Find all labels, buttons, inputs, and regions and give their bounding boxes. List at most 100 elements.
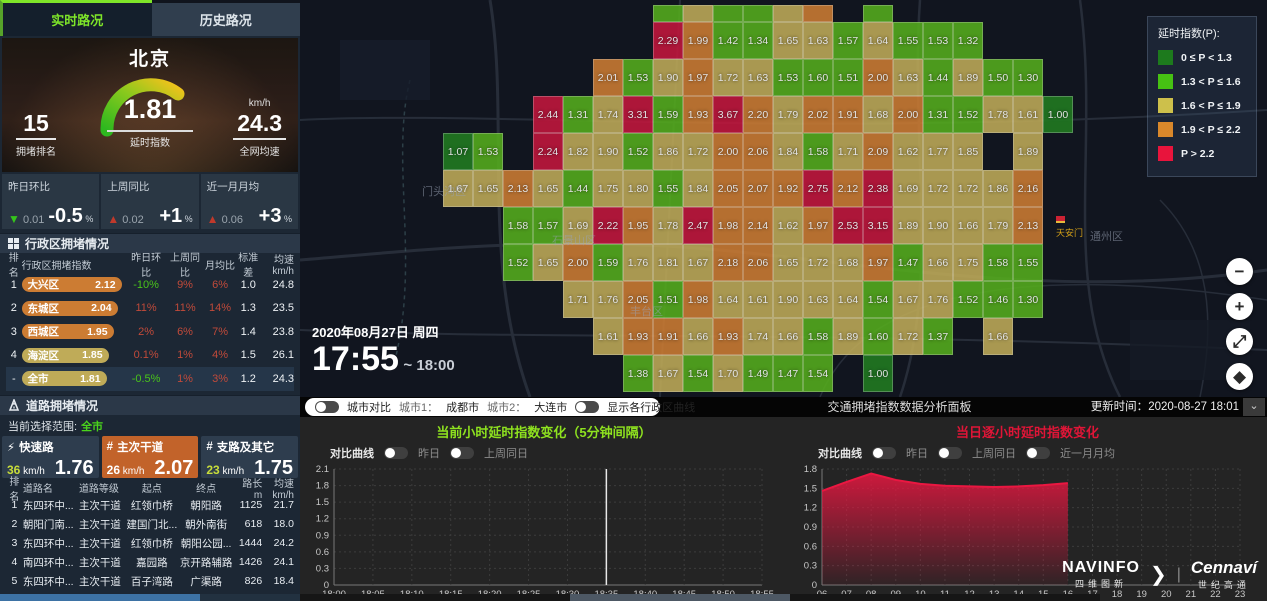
heatmap-cell: 1.76 <box>923 281 953 318</box>
district-curves-toggle[interactable] <box>575 401 599 413</box>
chart-title: 当前小时延时指数变化（5分钟间隔） <box>300 417 788 441</box>
heatmap-cell: 1.93 <box>683 96 713 133</box>
heatmap-cell: 2.00 <box>893 96 923 133</box>
rank-label: 拥堵排名 <box>16 143 56 158</box>
tab-history[interactable]: 历史路况 <box>152 3 301 36</box>
heatmap-cell: 1.34 <box>743 22 773 59</box>
road-cell: 1125 <box>234 499 262 511</box>
heatmap-cell <box>743 5 773 22</box>
road-row[interactable]: 4南四环中...主次干道嘉园路京开路辅路142624.1 <box>6 553 294 572</box>
city-compare-bar: 城市对比 城市1： 成都市 城市2： 大连市 显示各行政区曲线 <box>305 398 660 416</box>
column-header: 排名 <box>6 473 23 503</box>
svg-text:0.6: 0.6 <box>316 547 329 558</box>
district-row[interactable]: 3西城区1.952%6%7%1.423.8 <box>6 320 294 344</box>
heatmap-cell: 1.69 <box>893 170 923 207</box>
legend-item: 0 ≤ P < 1.3 <box>1158 50 1246 65</box>
map-canvas[interactable]: 2.291.991.421.341.651.631.571.641.551.53… <box>300 0 1267 397</box>
district-row[interactable]: 2东城区2.0411%11%14%1.323.5 <box>6 297 294 321</box>
charts-scrollbar[interactable] <box>300 594 1100 601</box>
heatmap-cell: 1.58 <box>503 207 533 244</box>
road-card-speed: 26 km/h <box>107 463 145 477</box>
road-row[interactable]: 5东四环中...主次干道百子湾路广渠路82618.4 <box>6 572 294 591</box>
road-cell: 5 <box>6 575 23 587</box>
scrollbar-thumb[interactable] <box>570 594 790 601</box>
zoom-out-icon[interactable]: − <box>1226 258 1253 285</box>
speed-label: 全网均速 <box>233 143 286 158</box>
map-datetime: 2020年08月27日 周四 17:55 ~ 18:00 <box>312 322 455 378</box>
chart-plot[interactable]: 00.30.60.91.21.51.82.118:0018:0518:1018:… <box>300 461 788 601</box>
column-header: 上周同比 <box>166 249 205 279</box>
district-speed: 24.8 <box>261 279 294 291</box>
zoom-in-icon[interactable]: + <box>1226 293 1253 320</box>
scrollbar-thumb[interactable] <box>0 594 200 601</box>
heatmap-cell: 1.80 <box>623 170 653 207</box>
district-index-value: 1.81 <box>80 373 100 385</box>
heatmap-cell: 1.72 <box>953 170 983 207</box>
heatmap-cell <box>803 5 833 22</box>
city-compare-toggle[interactable] <box>315 401 339 413</box>
heatmap-cell: 1.63 <box>803 281 833 318</box>
stat-delta: ▼ 0.01 <box>8 212 44 226</box>
svg-text:1.8: 1.8 <box>316 481 329 492</box>
road-section-title: 道路拥堵情况 <box>26 397 98 414</box>
road-row[interactable]: 3东四环中...主次干道红领巾桥朝阳公园...144424.2 <box>6 534 294 553</box>
collapse-panel-button[interactable]: ⌄ <box>1243 398 1265 416</box>
heatmap-cell: 1.79 <box>773 96 803 133</box>
road-row[interactable]: 1东四环中...主次干道红领巾桥朝阳路112521.7 <box>6 496 294 515</box>
compare-curves-label: 对比曲线 <box>330 445 374 461</box>
legend-label: P > 2.2 <box>1181 148 1214 160</box>
heatmap-cell: 1.53 <box>623 59 653 96</box>
compare-toggle-label: 上周同日 <box>972 445 1016 461</box>
heatmap-cell: 1.77 <box>923 133 953 170</box>
tab-realtime[interactable]: 实时路况 <box>0 0 152 36</box>
road-cell: 东四环中... <box>23 536 79 551</box>
district-speed: 24.3 <box>261 373 294 385</box>
heatmap-cell: 1.31 <box>923 96 953 133</box>
road-icon <box>8 399 20 411</box>
city2-select[interactable]: 大连市 <box>534 399 567 415</box>
road-cell: 东四环中... <box>23 498 79 513</box>
road-card-arterial[interactable]: #主次干道26 km/h2.07 <box>102 436 199 478</box>
heatmap-cell: 1.30 <box>1013 59 1043 96</box>
road-cell: 24.1 <box>262 556 294 568</box>
fullscreen-icon[interactable]: ⤢ <box>1226 328 1253 355</box>
district-table: 排名行政区拥堵指数昨日环比上周同比月均比标准差均速km/h1大兴区2.12-10… <box>0 253 300 391</box>
compare-toggle[interactable] <box>938 447 962 459</box>
compare-toggle[interactable] <box>384 447 408 459</box>
compare-toggle[interactable] <box>450 447 474 459</box>
city1-select[interactable]: 成都市 <box>446 399 479 415</box>
road-cell: 24.2 <box>262 537 294 549</box>
district-row[interactable]: 4海淀区1.850.1%1%4%1.526.1 <box>6 344 294 368</box>
scope-selector[interactable]: 当前选择范围:全市 <box>0 415 300 436</box>
heatmap-cell: 1.31 <box>563 96 593 133</box>
district-std: 1.0 <box>236 279 261 291</box>
svg-text:2.1: 2.1 <box>316 464 329 475</box>
heatmap-cell: 1.89 <box>1013 133 1043 170</box>
road-cell: 红领巾桥 <box>126 536 178 551</box>
heatmap-cell <box>683 5 713 22</box>
district-std: 1.3 <box>236 302 261 314</box>
lightning-icon: ⚡ <box>7 440 15 454</box>
heatmap-cell: 1.95 <box>623 207 653 244</box>
compare-toggle[interactable] <box>1026 447 1050 459</box>
legend-label: 1.9 < P ≤ 2.2 <box>1181 124 1241 136</box>
heatmap-cell: 1.90 <box>773 281 803 318</box>
heatmap-cell <box>773 5 803 22</box>
heatmap-cell: 1.91 <box>653 318 683 355</box>
compass-icon[interactable]: ◆ <box>1226 363 1253 390</box>
compare-toggle-label: 近一月月均 <box>1060 445 1115 461</box>
heatmap-cell: 1.65 <box>773 244 803 281</box>
heatmap-cell: 2.24 <box>533 133 563 170</box>
heatmap-cell: 1.93 <box>713 318 743 355</box>
update-time: 更新时间：2020-08-27 18:01 <box>1091 397 1239 417</box>
district-day-pct: 2% <box>127 326 166 338</box>
road-card-type[interactable]: ⚡快速路36 km/h1.76 <box>2 436 99 478</box>
road-card-type[interactable]: #支路及其它23 km/h1.75 <box>201 436 298 478</box>
road-row[interactable]: 2朝阳门南...主次干道建国门北...朝外南街61818.0 <box>6 515 294 534</box>
panel-title: 交通拥堵指数数据分析面板 <box>828 397 972 417</box>
district-row[interactable]: -全市1.81-0.5%1%3%1.224.3 <box>6 367 294 391</box>
district-week-pct: 1% <box>166 373 205 385</box>
compare-toggle[interactable] <box>872 447 896 459</box>
sidebar-scrollbar[interactable] <box>0 594 300 601</box>
heatmap-cell: 2.06 <box>743 133 773 170</box>
